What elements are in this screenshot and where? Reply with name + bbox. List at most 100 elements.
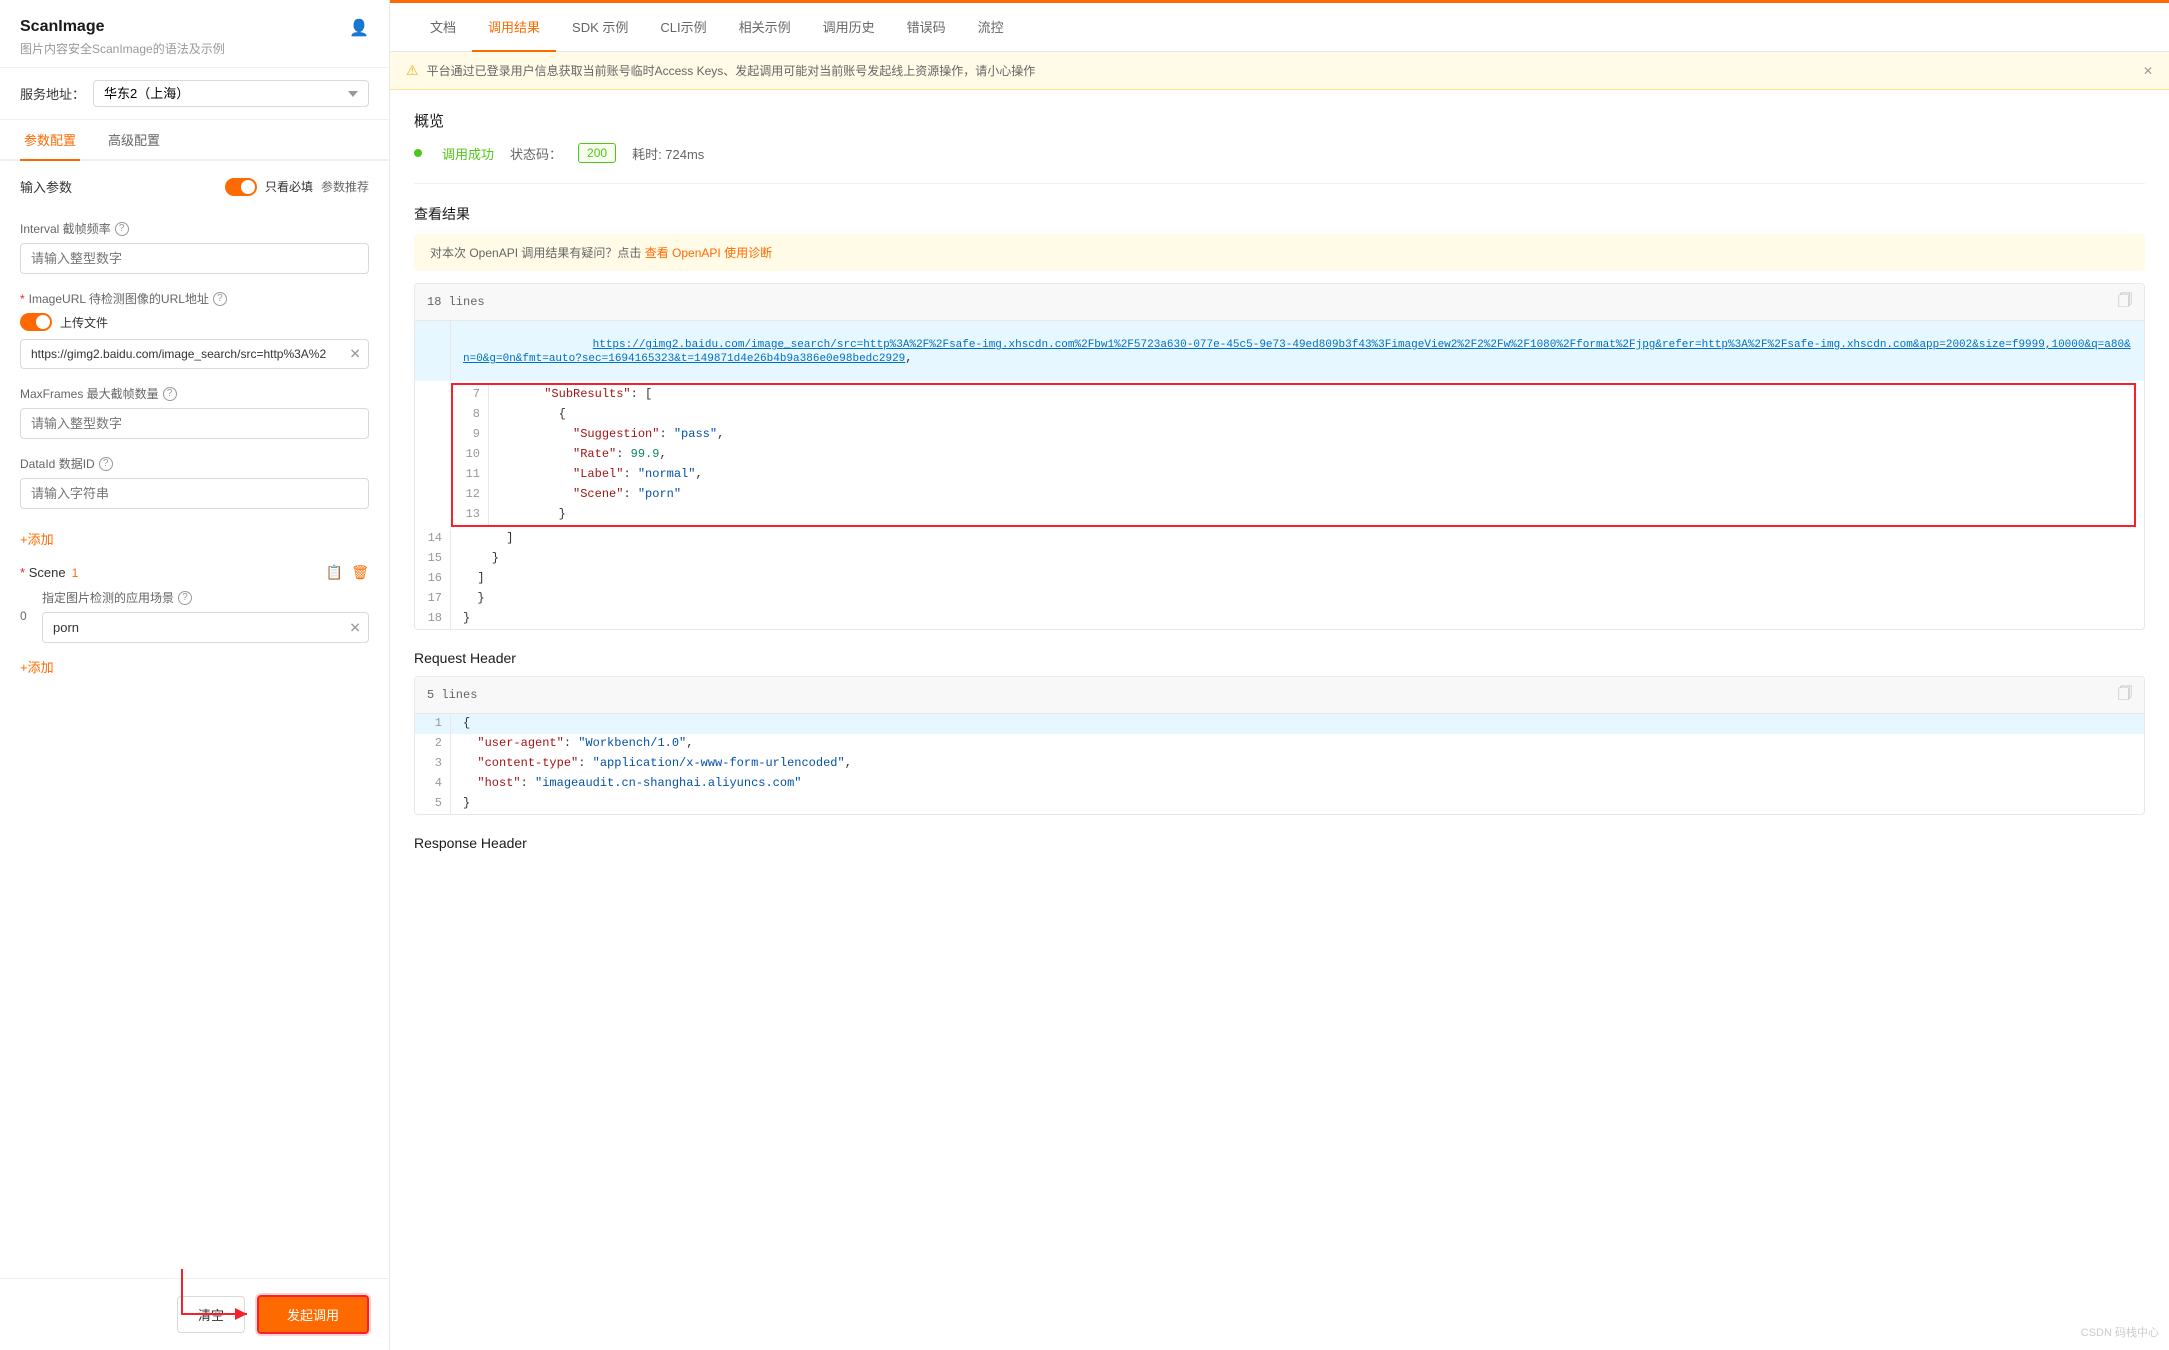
tab-advanced[interactable]: 高级配置 [104, 120, 164, 161]
scene-section: * 概览Scene 1 📋 🗑 0 指定图片检测的应用场景 ? [20, 564, 369, 676]
tab-params[interactable]: 参数配置 [20, 120, 80, 161]
maxframes-field-group: MaxFrames 最大截帧数量 ? [20, 385, 369, 439]
tab-docs[interactable]: 文档 [414, 3, 472, 52]
code-line-16: 16 ] [415, 569, 2144, 589]
req-line-5: 5 } [415, 794, 2144, 814]
imageurl-help-icon[interactable]: ? [213, 292, 227, 306]
ln17: 17 [415, 589, 451, 609]
result-code-block: 18 lines 🗍 https://gimg2.baidu.com/image… [414, 283, 2145, 630]
tab-related[interactable]: 相关示例 [723, 3, 807, 52]
url-link[interactable]: https://gimg2.baidu.com/image_search/src… [463, 339, 2131, 365]
req-ln1: 1 [415, 714, 451, 734]
imageurl-field-group: * ImageURL 待检测图像的URL地址 ? 上传文件 ✕ [20, 290, 369, 369]
copy-icon[interactable]: 🗍 [2118, 290, 2132, 314]
code-line-18: 18 } [415, 609, 2144, 629]
ln10: 10 [453, 445, 489, 465]
maxframes-input[interactable] [20, 408, 369, 439]
code-line-17: 17 } [415, 589, 2144, 609]
alert-close-icon[interactable]: ✕ [2143, 64, 2153, 78]
invoke-button[interactable]: 发起调用 [257, 1295, 369, 1334]
ln14: 14 [415, 529, 451, 549]
left-body: 输入参数 只看必填 参数推荐 Interval 截帧频率 ? [0, 161, 389, 1278]
left-header: ScanImage 图片内容安全ScanImage的语法及示例 👤 [0, 0, 389, 68]
add-fields-btn[interactable]: +添加 [20, 529, 54, 548]
left-panel: ScanImage 图片内容安全ScanImage的语法及示例 👤 服务地址： … [0, 0, 390, 1350]
code-line-12: 12 "Scene": "porn" [453, 485, 2134, 505]
code-line-8: 8 { [453, 405, 2134, 425]
scene-title: * 概览Scene [20, 565, 66, 580]
code-line-14: 14 ] [415, 529, 2144, 549]
user-icon[interactable]: 👤 [349, 18, 369, 38]
tab-results[interactable]: 调用结果 [472, 3, 556, 52]
dataid-help-icon[interactable]: ? [99, 457, 113, 471]
req-lines-count: 5 lines [427, 688, 477, 702]
hint-link[interactable]: 查看 OpenAPI 使用诊断 [645, 246, 772, 260]
watermark: CSDN 码栈中心 [2081, 1324, 2159, 1340]
maxframes-label: MaxFrames 最大截帧数量 ? [20, 385, 369, 402]
imageurl-label: * ImageURL 待检测图像的URL地址 ? [20, 290, 369, 307]
scene-help-icon[interactable]: ? [178, 591, 192, 605]
interval-input[interactable] [20, 243, 369, 274]
req-copy-icon[interactable]: 🗍 [2118, 683, 2132, 707]
clear-button[interactable]: 清空 [177, 1296, 245, 1333]
app-subtitle: 图片内容安全ScanImage的语法及示例 [20, 40, 225, 57]
tab-errors[interactable]: 错误码 [891, 3, 962, 52]
upload-toggle: 上传文件 [20, 313, 369, 331]
req-code-content: 1 { 2 "user-agent": "Workbench/1.0", 3 "… [415, 714, 2144, 814]
ln13: 13 [453, 505, 489, 525]
tab-sdk[interactable]: SDK 示例 [556, 3, 644, 52]
add-scene-btn[interactable]: +添加 [20, 657, 54, 676]
result-title: 查看结果 [414, 204, 2145, 224]
ln9: 9 [453, 425, 489, 445]
ln11: 11 [453, 465, 489, 485]
req-code-header: 5 lines 🗍 [415, 677, 2144, 714]
line-content-url: https://gimg2.baidu.com/image_search/src… [451, 321, 2144, 381]
imageurl-input[interactable] [20, 339, 369, 369]
divider1 [414, 183, 2145, 184]
code-line-10: 10 "Rate": 99.9, [453, 445, 2134, 465]
config-tabs: 参数配置 高级配置 [0, 120, 389, 161]
req-line-2: 2 "user-agent": "Workbench/1.0", [415, 734, 2144, 754]
req-line-3: 3 "content-type": "application/x-www-for… [415, 754, 2144, 774]
service-select[interactable]: 华东2（上海） [93, 80, 369, 107]
params-recommend[interactable]: 参数推荐 [321, 178, 369, 195]
ln16: 16 [415, 569, 451, 589]
tab-flow[interactable]: 流控 [962, 3, 1020, 52]
code-line-9: 9 "Suggestion": "pass", [453, 425, 2134, 445]
right-tabs: 文档 调用结果 SDK 示例 CLI示例 相关示例 调用历史 错误码 流控 [390, 3, 2169, 52]
tab-cli[interactable]: CLI示例 [644, 3, 722, 52]
dataid-input[interactable] [20, 478, 369, 509]
toggle-row: 只看必填 参数推荐 [225, 178, 369, 196]
required-toggle[interactable] [225, 178, 257, 196]
tab-history[interactable]: 调用历史 [807, 3, 891, 52]
left-footer: 清空 发起调用 [0, 1278, 389, 1350]
code-line-7: 7 "SubResults": [ [453, 385, 2134, 405]
result-section: 查看结果 对本次 OpenAPI 调用结果有疑问？点击 查看 OpenAPI 使… [414, 204, 2145, 630]
request-header-section: Request Header 5 lines 🗍 1 { 2 "user [414, 650, 2145, 815]
req-ln5: 5 [415, 794, 451, 814]
req-line-1: 1 { [415, 714, 2144, 734]
scene-count: 1 [72, 566, 79, 580]
dataid-field-group: DataId 数据ID ? [20, 455, 369, 509]
req-line-4: 4 "host": "imageaudit.cn-shanghai.aliyun… [415, 774, 2144, 794]
req-ln4: 4 [415, 774, 451, 794]
scene-delete-icon[interactable]: 🗑 [351, 564, 369, 581]
alert-text: 平台通过已登录用户信息获取当前账号临时Access Keys、发起调用可能对当前… [427, 62, 1036, 79]
interval-help-icon[interactable]: ? [115, 222, 129, 236]
highlighted-json-box: 7 "SubResults": [ 8 { 9 "Suggestion" [451, 383, 2136, 527]
interval-label: Interval 截帧频率 ? [20, 220, 369, 237]
maxframes-help-icon[interactable]: ? [163, 387, 177, 401]
upload-label: 上传文件 [60, 314, 108, 331]
ln15: 15 [415, 549, 451, 569]
scene-copy-icon[interactable]: 📋 [326, 564, 343, 581]
upload-file-toggle[interactable] [20, 313, 52, 331]
interval-field-group: Interval 截帧频率 ? [20, 220, 369, 274]
line-num-url [415, 321, 451, 381]
code-header: 18 lines 🗍 [415, 284, 2144, 321]
scene-clear-icon[interactable]: ✕ [349, 619, 361, 636]
scene-input[interactable] [42, 612, 369, 643]
ln18: 18 [415, 609, 451, 629]
response-header-section: Response Header [414, 835, 2145, 851]
url-clear-icon[interactable]: ✕ [349, 346, 361, 363]
right-content: 概览 调用成功 状态码： 200 耗时: 724ms 查看结果 对本次 Open… [390, 90, 2169, 1350]
